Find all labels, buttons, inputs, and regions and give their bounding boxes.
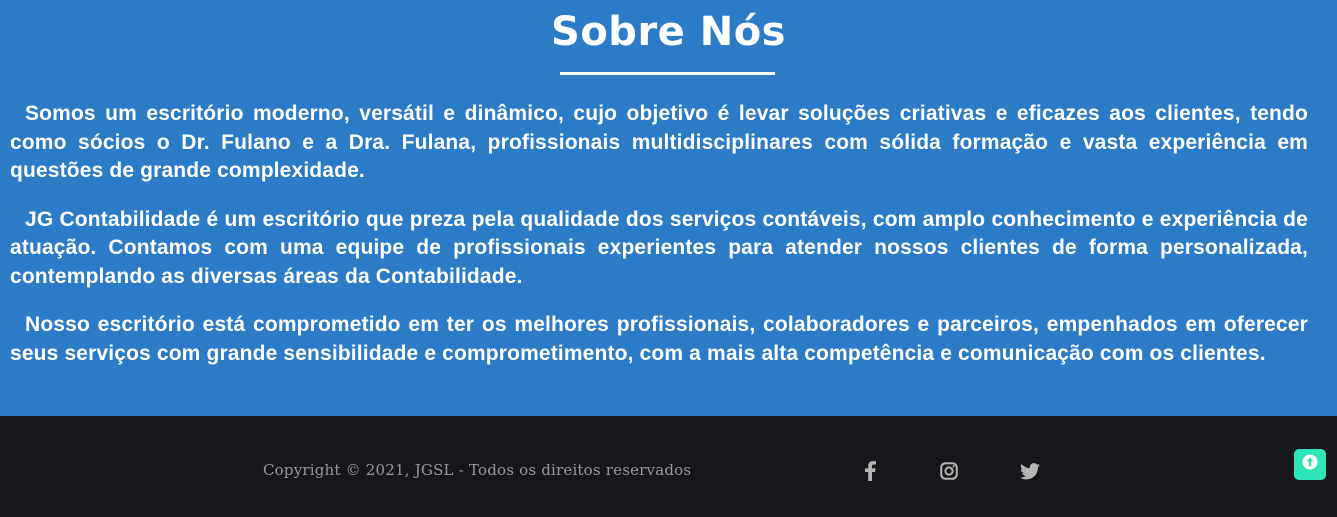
copyright-text: Copyright © 2021, JGSL - Todos os direit… — [263, 461, 692, 479]
back-to-top-button[interactable] — [1294, 449, 1326, 480]
facebook-icon[interactable] — [859, 460, 881, 482]
about-body: Somos um escritório moderno, versátil e … — [10, 100, 1308, 388]
about-paragraph: Nosso escritório está comprometido em te… — [10, 313, 1308, 365]
about-paragraph: JG Contabilidade é um escritório que pre… — [10, 207, 1308, 288]
title-underline — [560, 72, 775, 75]
about-section: Sobre Nós Somos um escritório moderno, v… — [0, 0, 1337, 416]
instagram-icon[interactable] — [938, 460, 960, 482]
footer: Copyright © 2021, JGSL - Todos os direit… — [0, 416, 1337, 517]
about-title: Sobre Nós — [551, 9, 786, 55]
twitter-icon[interactable] — [1019, 460, 1041, 482]
about-paragraph: Somos um escritório moderno, versátil e … — [10, 102, 1308, 182]
arrow-up-icon — [1302, 454, 1318, 475]
